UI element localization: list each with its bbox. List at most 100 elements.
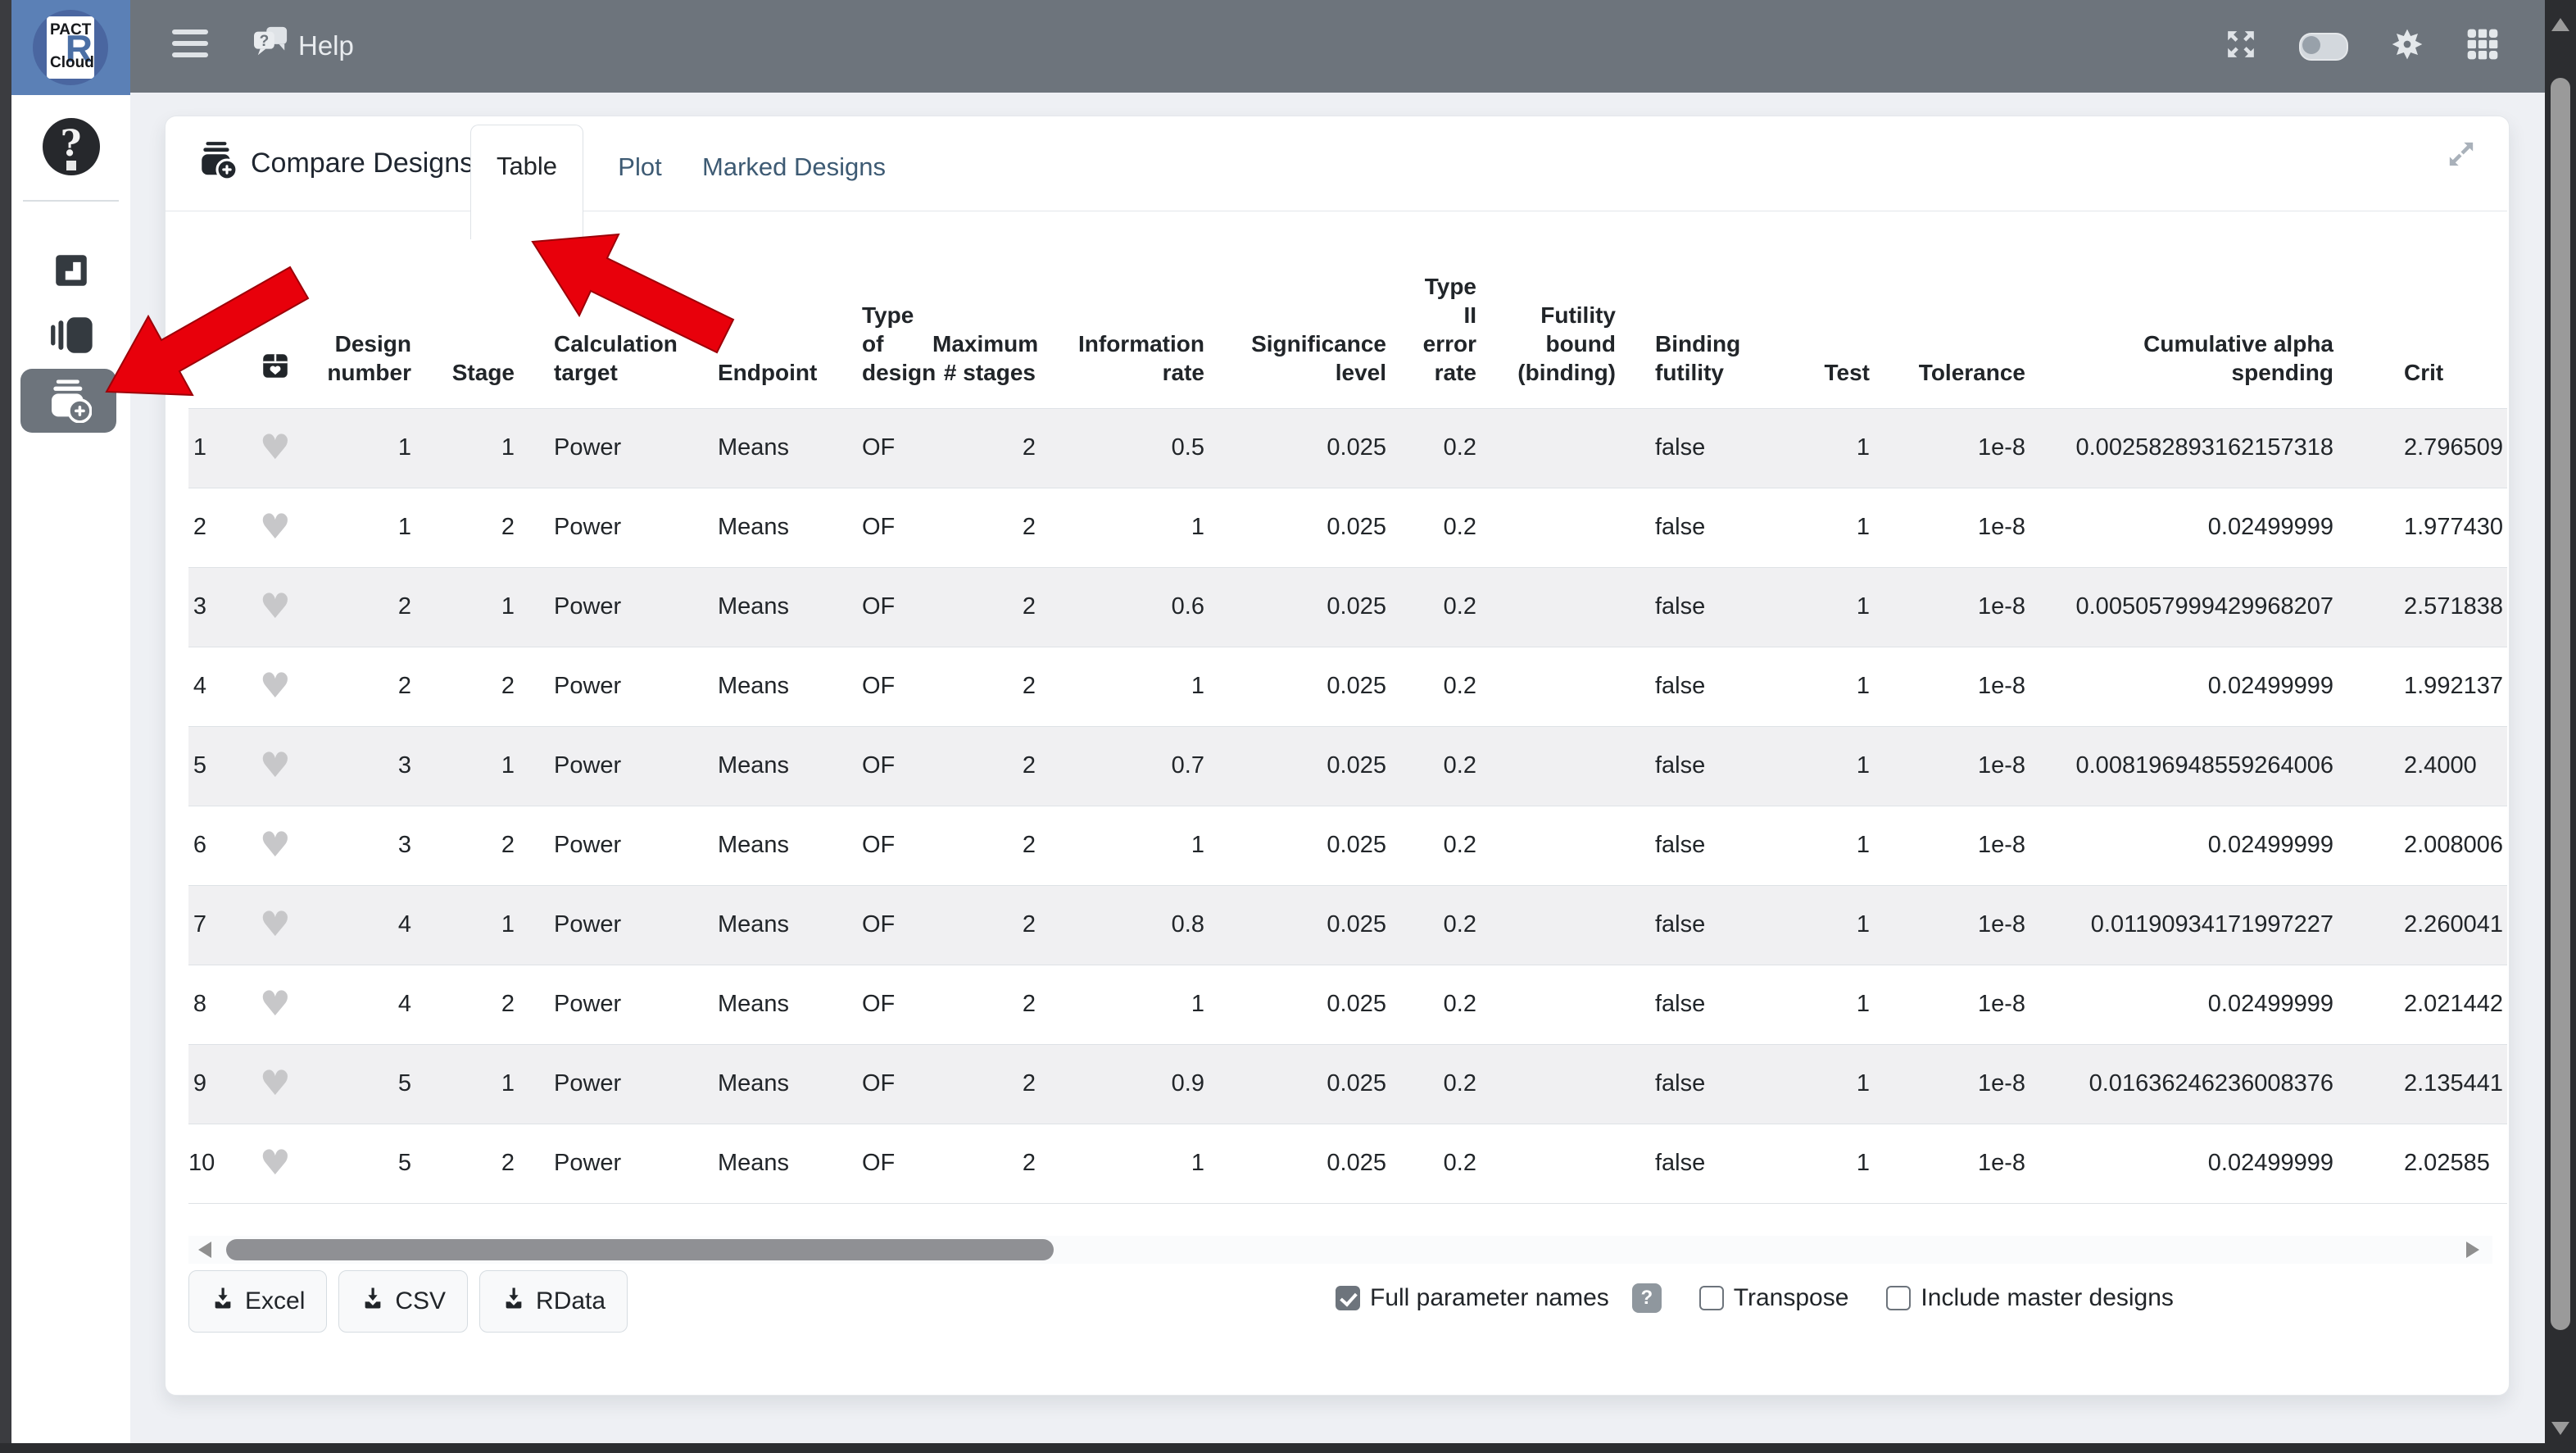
table-cell: 1e-8 [1889,488,2045,567]
checkbox-include-master-designs[interactable]: Include master designs [1886,1284,2174,1312]
column-header-empty[interactable] [226,239,324,408]
table-row: 7♥41PowerMeansOF20.80.0250.2false11e-80.… [188,885,2507,965]
table-cell [1496,885,1635,965]
table-cell: 1e-8 [1889,1044,2045,1124]
column-header[interactable]: Maximum # stages [932,239,1055,408]
checkbox-transpose[interactable]: Transpose [1699,1284,1849,1312]
sidebar-item-compare-designs[interactable] [20,369,116,433]
window-bottom-border [0,1443,2576,1453]
heart-icon[interactable]: ♥ [260,983,291,1024]
help-menu[interactable]: ? Help [252,23,354,69]
table-cell: 0.2 [1406,408,1496,488]
horizontal-scrollbar[interactable] [188,1236,2492,1264]
column-header[interactable]: Calculation target [534,239,698,408]
export-rdata-button[interactable]: RData [479,1270,628,1333]
column-header[interactable]: Information rate [1055,239,1224,408]
column-header[interactable]: Type of design [842,239,932,408]
scroll-right-icon[interactable] [2466,1242,2479,1258]
help-badge-icon[interactable]: ? [1632,1283,1662,1313]
top-navbar: R PACT Cloud ? Help [11,0,2545,93]
table-cell: 2 [932,965,1055,1044]
heart-icon[interactable]: ♥ [260,427,291,467]
heart-icon[interactable]: ♥ [260,1063,291,1103]
table-cell: 1 [431,408,534,488]
vertical-scrollbar-thumb[interactable] [2551,78,2570,1330]
table-cell: Power [534,1124,698,1203]
table-cell: 1.977430 [2353,488,2507,567]
table-cell: 0.2 [1406,647,1496,726]
table-cell: OF [842,647,932,726]
table-cell: 0.02499999 [2045,488,2353,567]
mark-cell: ♥ [226,408,324,488]
checkbox-full-parameter-names[interactable]: Full parameter names [1336,1284,1609,1312]
table-cell: Means [698,567,842,647]
table-cell: OF [842,1124,932,1203]
table-cell: 2 [932,885,1055,965]
app-window: R PACT Cloud ? Help [0,0,2576,1453]
column-header[interactable]: Significance level [1224,239,1406,408]
sidebar-toggle-button[interactable] [172,30,210,62]
app-logo[interactable]: R PACT Cloud [11,0,130,95]
mark-cell: ♥ [226,726,324,806]
table-cell: 0.6 [1055,567,1224,647]
column-header[interactable]: Crit [2353,239,2507,408]
user-avatar[interactable]: ? [43,118,100,175]
export-excel-button[interactable]: Excel [188,1270,327,1333]
scroll-left-icon[interactable] [198,1242,211,1258]
table-cell: Means [698,647,842,726]
vertical-scrollbar[interactable] [2545,0,2576,1453]
table-cell: 2.571838 [2353,567,2507,647]
compare-designs-panel: Compare Designs Table Plot Marked Design… [165,116,2510,1396]
export-csv-button[interactable]: CSV [338,1270,468,1333]
scroll-up-icon[interactable] [2551,18,2569,31]
table-row: 8♥42PowerMeansOF210.0250.2false11e-80.02… [188,965,2507,1044]
column-header[interactable]: Cumulative alpha spending [2045,239,2353,408]
checkbox-box[interactable] [1699,1286,1724,1310]
main-content: Compare Designs Table Plot Marked Design… [130,93,2545,1443]
column-header-empty[interactable] [188,239,226,408]
table-cell: 0.025 [1224,806,1406,885]
column-header[interactable]: Futility bound (binding) [1496,239,1635,408]
table-cell: 2 [932,1124,1055,1203]
brightness-icon[interactable] [2391,28,2424,65]
heart-icon[interactable]: ♥ [260,1142,291,1183]
column-header[interactable]: Type II error rate [1406,239,1496,408]
table-cell: 1 [431,885,534,965]
tab-table[interactable]: Table [470,125,583,239]
column-header[interactable]: Endpoint [698,239,842,408]
sidebar-item-cards[interactable] [48,315,94,358]
table-cell: 2 [932,806,1055,885]
heart-icon[interactable]: ♥ [260,745,291,785]
sidebar-item-boards[interactable] [50,249,93,294]
table-cell: 2 [324,567,431,647]
table-cell: 0.025 [1224,408,1406,488]
checkbox-box[interactable] [1336,1286,1360,1310]
table-cell: 2 [932,647,1055,726]
heart-icon[interactable]: ♥ [260,904,291,944]
tab-marked-designs[interactable]: Marked Designs [700,125,888,210]
window-left-border [0,0,11,1453]
heart-icon[interactable]: ♥ [260,665,291,706]
expand-panel-icon[interactable] [2445,138,2478,173]
table-cell: 1 [1783,726,1889,806]
table-cell: 2 [932,408,1055,488]
heart-icon[interactable]: ♥ [260,824,291,865]
theme-toggle[interactable] [2299,33,2348,61]
heart-icon[interactable]: ♥ [260,506,291,547]
table-cell: 0.02499999 [2045,1124,2353,1203]
column-header[interactable]: Binding futility [1635,239,1783,408]
scroll-down-icon[interactable] [2551,1422,2569,1435]
column-header[interactable]: Test [1783,239,1889,408]
apps-grid-icon[interactable] [2466,28,2499,65]
column-header[interactable]: Tolerance [1889,239,2045,408]
table-cell: Means [698,408,842,488]
cards-stack-icon [48,346,94,358]
horizontal-scrollbar-thumb[interactable] [226,1239,1054,1260]
download-icon [361,1286,385,1317]
tab-plot[interactable]: Plot [587,125,693,210]
column-header[interactable]: Stage [431,239,534,408]
fullscreen-icon[interactable] [2225,29,2256,64]
checkbox-box[interactable] [1886,1286,1911,1310]
heart-icon[interactable]: ♥ [260,586,291,626]
column-header[interactable]: Design number [324,239,431,408]
